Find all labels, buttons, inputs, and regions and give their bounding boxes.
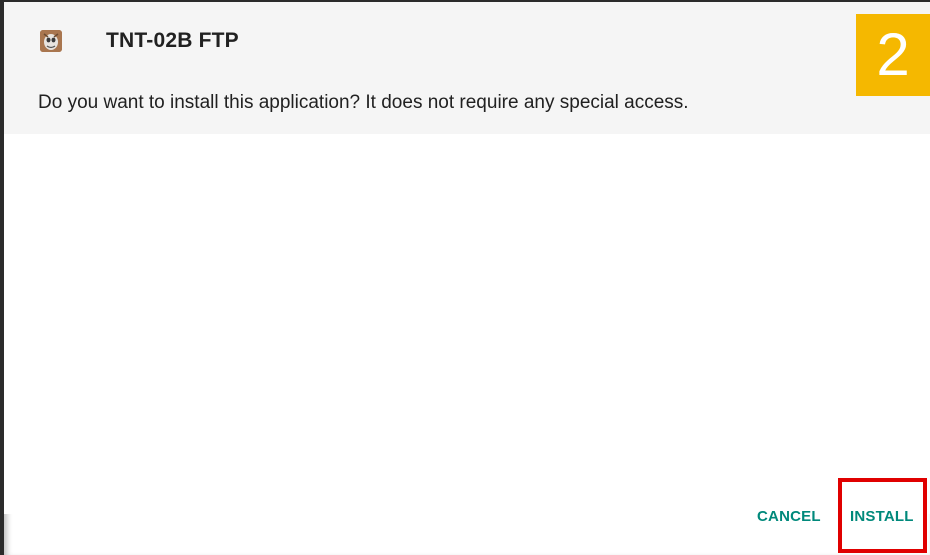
app-name: TNT-02B FTP — [106, 29, 239, 52]
cancel-button[interactable]: CANCEL — [757, 508, 821, 525]
dialog-header: TNT-02B FTP Do you want to install this … — [4, 2, 930, 134]
install-button[interactable]: INSTALL — [850, 508, 914, 525]
install-dialog-screen: TNT-02B FTP Do you want to install this … — [0, 0, 930, 555]
app-mascot-icon — [40, 30, 62, 52]
step-number-badge: 2 — [856, 14, 930, 96]
install-message: Do you want to install this application?… — [38, 92, 689, 113]
dialog-body — [4, 134, 930, 514]
